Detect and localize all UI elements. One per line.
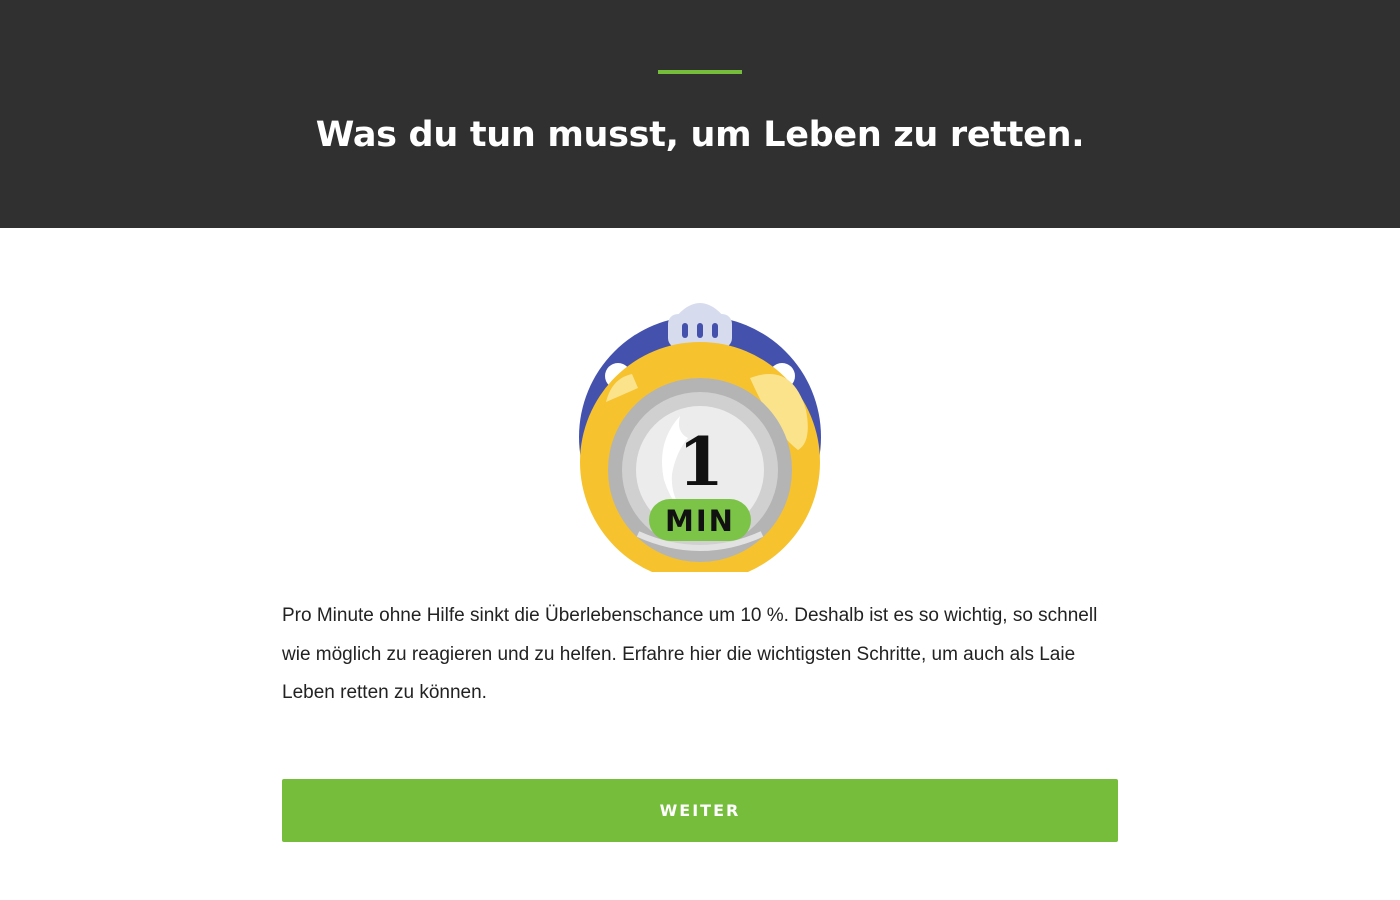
stopwatch-number: 1: [678, 423, 724, 501]
next-button[interactable]: WEITER: [282, 779, 1118, 842]
stopwatch-icon: 1 MIN: [560, 292, 840, 582]
header-accent-line: [658, 70, 742, 74]
stopwatch-unit: MIN: [665, 504, 735, 538]
intro-paragraph: Pro Minute ohne Hilfe sinkt die Überlebe…: [282, 605, 1098, 703]
page-header: Was du tun musst, um Leben zu retten.: [0, 0, 1400, 228]
page-title: Was du tun musst, um Leben zu retten.: [315, 115, 1085, 155]
stopwatch-graphic: 1 MIN: [579, 303, 821, 582]
